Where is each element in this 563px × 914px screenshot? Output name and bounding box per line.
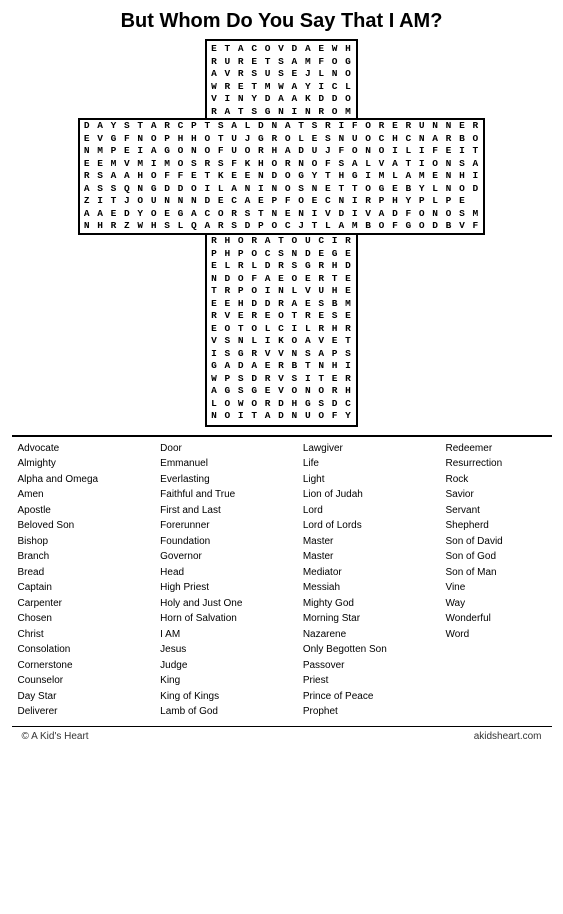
word-item: Bishop (18, 534, 118, 550)
word-item: Lamb of God (160, 704, 260, 720)
grid-bottom-content: R H O R A T O U C I R P H P O C S N D E … (205, 235, 358, 427)
page-title: But Whom Do You Say That I AM? (121, 10, 443, 33)
word-item: Vine (445, 580, 545, 596)
word-item: Word (445, 627, 545, 643)
word-item: Alpha and Omega (18, 472, 118, 488)
word-col-4: RedeemerResurrectionRockSaviorServantShe… (445, 441, 545, 720)
word-col-2: DoorEmmanuelEverlastingFaithful and True… (160, 441, 260, 720)
word-search-cross: E T A C O V D A E W H R U R E T S A M F … (92, 39, 472, 427)
word-item: Savior (445, 487, 545, 503)
word-item: Branch (18, 549, 118, 565)
word-item: Nazarene (303, 627, 403, 643)
word-item: Everlasting (160, 472, 260, 488)
grid-top: E T A C O V D A E W H R U R E T S A M F … (92, 39, 472, 118)
word-item: Rock (445, 472, 545, 488)
word-columns: AdvocateAlmightyAlpha and OmegaAmenApost… (12, 437, 552, 724)
word-item: Lawgiver (303, 441, 403, 457)
word-item: Day Star (18, 689, 118, 705)
word-item: King of Kings (160, 689, 260, 705)
word-col-1: AdvocateAlmightyAlpha and OmegaAmenApost… (18, 441, 118, 720)
word-item: King (160, 673, 260, 689)
word-item: Mediator (303, 565, 403, 581)
grid-bottom: R H O R A T O U C I R P H P O C S N D E … (92, 235, 472, 427)
word-item: Bread (18, 565, 118, 581)
word-item: Servant (445, 503, 545, 519)
word-item: Horn of Salvation (160, 611, 260, 627)
word-item: Jesus (160, 642, 260, 658)
word-item: Lord of Lords (303, 518, 403, 534)
word-item: Lion of Judah (303, 487, 403, 503)
word-item: Christ (18, 627, 118, 643)
word-item: Governor (160, 549, 260, 565)
word-item: Forerunner (160, 518, 260, 534)
word-item: Captain (18, 580, 118, 596)
word-item: Holy and Just One (160, 596, 260, 612)
word-item: Morning Star (303, 611, 403, 627)
grid-middle-content: D A Y S T A R C P T S A L D N A T S R I … (78, 118, 485, 235)
word-item: Light (303, 472, 403, 488)
word-item: Passover (303, 658, 403, 674)
word-item: Messiah (303, 580, 403, 596)
word-item: Advocate (18, 441, 118, 457)
word-item: Door (160, 441, 260, 457)
word-item: Almighty (18, 456, 118, 472)
word-item: Chosen (18, 611, 118, 627)
word-item: Priest (303, 673, 403, 689)
word-item: Apostle (18, 503, 118, 519)
word-item: Son of David (445, 534, 545, 550)
word-item: Only Begotten Son (303, 642, 403, 658)
word-item: Life (303, 456, 403, 472)
word-item: Son of God (445, 549, 545, 565)
word-item: Redeemer (445, 441, 545, 457)
word-item: Shepherd (445, 518, 545, 534)
word-item: Prince of Peace (303, 689, 403, 705)
word-item: Beloved Son (18, 518, 118, 534)
grid-middle: D A Y S T A R C P T S A L D N A T S R I … (92, 118, 472, 235)
footer-left: © A Kid's Heart (22, 731, 89, 742)
word-item: Emmanuel (160, 456, 260, 472)
word-item: Master (303, 549, 403, 565)
word-item: Deliverer (18, 704, 118, 720)
word-item: Prophet (303, 704, 403, 720)
word-item: Amen (18, 487, 118, 503)
word-item: I AM (160, 627, 260, 643)
word-item: Lord (303, 503, 403, 519)
word-item: Son of Man (445, 565, 545, 581)
word-item: Cornerstone (18, 658, 118, 674)
word-item: Wonderful (445, 611, 545, 627)
word-item: Resurrection (445, 456, 545, 472)
word-col-3: LawgiverLifeLightLion of JudahLordLord o… (303, 441, 403, 720)
word-item: Carpenter (18, 596, 118, 612)
word-item: Mighty God (303, 596, 403, 612)
word-list-section: AdvocateAlmightyAlpha and OmegaAmenApost… (12, 435, 552, 724)
word-item: Head (160, 565, 260, 581)
word-item: First and Last (160, 503, 260, 519)
word-item: Foundation (160, 534, 260, 550)
word-item: Counselor (18, 673, 118, 689)
footer-right: akidsheart.com (474, 731, 542, 742)
word-item: Faithful and True (160, 487, 260, 503)
footer: © A Kid's Heart akidsheart.com (12, 726, 552, 746)
word-item: High Priest (160, 580, 260, 596)
word-item: Judge (160, 658, 260, 674)
word-item: Consolation (18, 642, 118, 658)
grid-top-content: E T A C O V D A E W H R U R E T S A M F … (205, 39, 358, 118)
word-item: Master (303, 534, 403, 550)
word-item: Way (445, 596, 545, 612)
